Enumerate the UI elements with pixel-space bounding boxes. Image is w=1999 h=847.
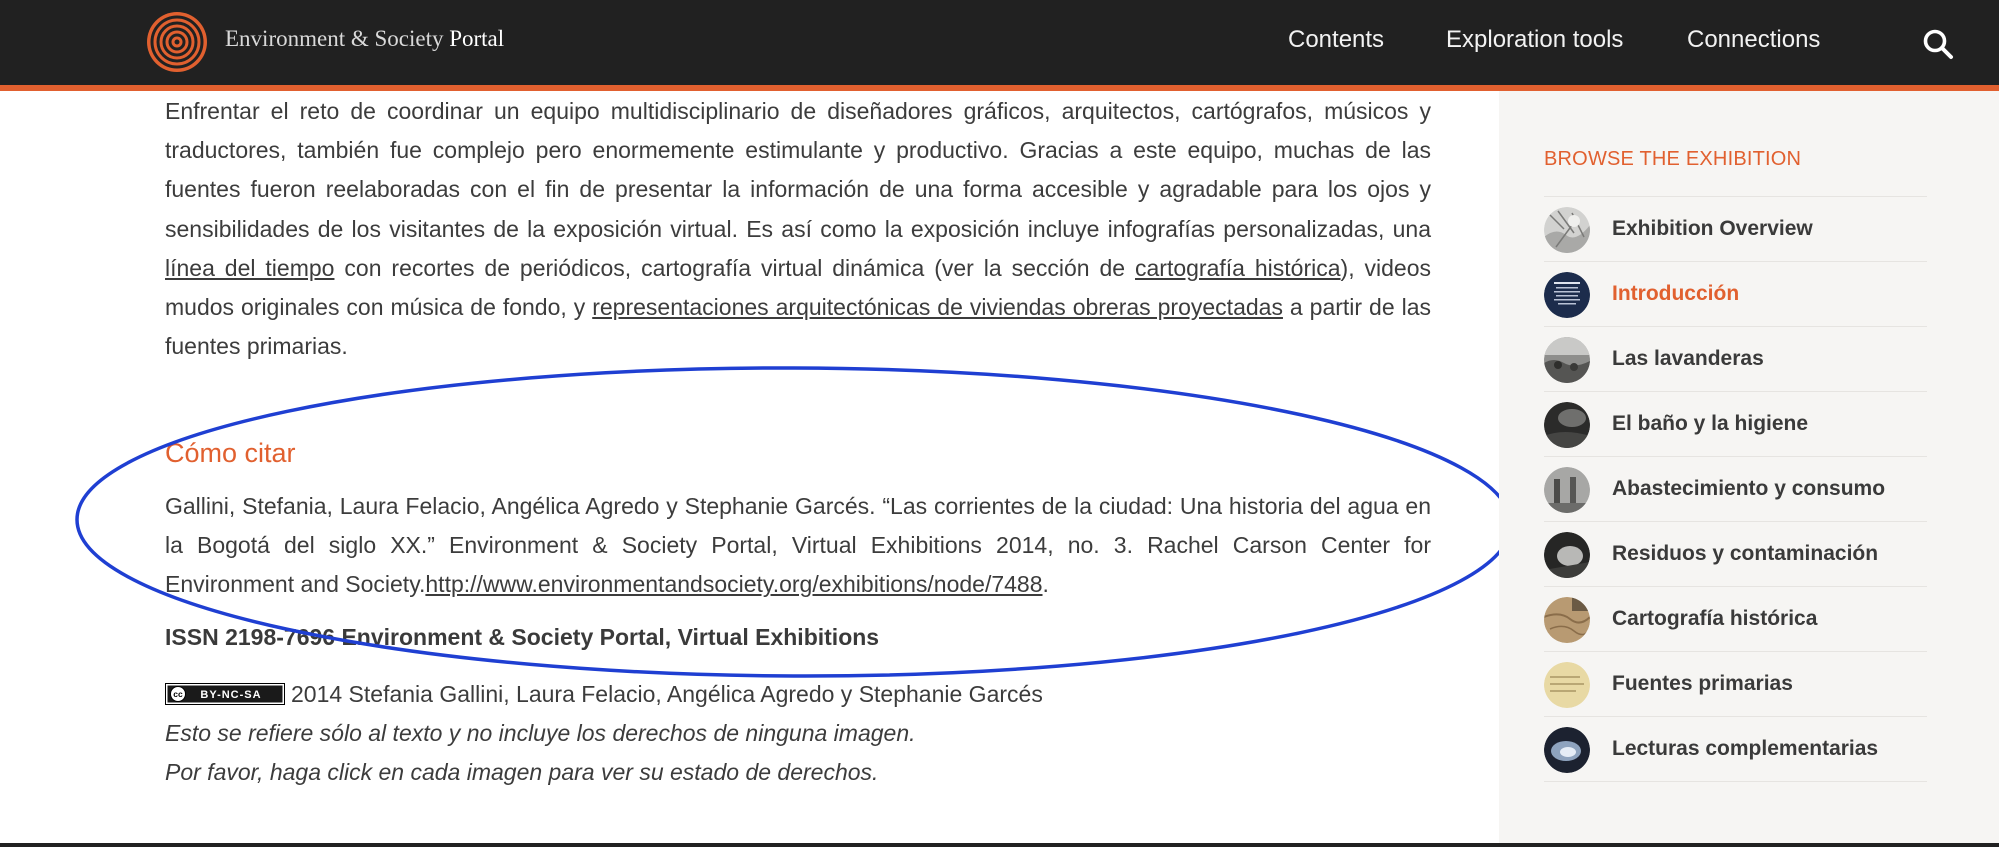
paragraph-text-1: Enfrentar el reto de coordinar un equipo…: [165, 98, 1431, 242]
sidebar-item-el-bano-y-la-higiene[interactable]: El baño y la higiene: [1544, 392, 1927, 457]
footer-top-edge: [0, 843, 1999, 847]
portal-brand-name[interactable]: Environment & Society Portal: [225, 26, 504, 52]
nav-contents[interactable]: Contents: [1288, 26, 1384, 54]
brand-prefix: Environment & Society: [225, 26, 444, 51]
sidebar-item-label: Las lavanderas: [1612, 347, 1764, 370]
exhibition-overview-thumbnail-icon: [1544, 207, 1590, 253]
historical-cartography-link[interactable]: cartografía histórica: [1135, 255, 1341, 281]
architectural-representations-link[interactable]: representaciones arquitectónicas de vivi…: [592, 294, 1283, 320]
sidebar-item-fuentes-primarias[interactable]: Fuentes primarias: [1544, 652, 1927, 717]
citation-end: .: [1042, 571, 1049, 598]
timeline-link[interactable]: línea del tiempo: [165, 255, 334, 281]
sidebar-item-exhibition-overview[interactable]: Exhibition Overview: [1544, 197, 1927, 262]
lecturas-thumbnail-icon: [1544, 727, 1590, 773]
license-badge-text: BY-NC-SA: [200, 689, 261, 701]
fuentes-primarias-thumbnail-icon: [1544, 662, 1590, 708]
rights-note-2: Por favor, haga click en cada imagen par…: [165, 759, 879, 785]
residuos-thumbnail-icon: [1544, 532, 1590, 578]
creative-commons-license-icon[interactable]: cc BY-NC-SA: [165, 683, 285, 705]
main-content: Enfrentar el reto de coordinar un equipo…: [165, 92, 1431, 366]
introduccion-thumbnail-icon: [1544, 272, 1590, 318]
browse-exhibition-heading: BROWSE THE EXHIBITION: [1544, 148, 1802, 170]
nav-connections[interactable]: Connections: [1687, 26, 1820, 54]
search-icon[interactable]: [1922, 28, 1954, 60]
exhibition-sidebar: BROWSE THE EXHIBITION Exhibition Overvie…: [1499, 91, 1999, 847]
el-bano-thumbnail-icon: [1544, 402, 1590, 448]
license-text: 2014 Stefania Gallini, Laura Felacio, An…: [291, 681, 1043, 707]
cartografia-thumbnail-icon: [1544, 597, 1590, 643]
sidebar-item-label: El baño y la higiene: [1612, 412, 1809, 435]
sidebar-item-abastecimiento-y-consumo[interactable]: Abastecimiento y consumo: [1544, 457, 1927, 522]
citation-url-link[interactable]: http://www.environmentandsociety.org/exh…: [425, 571, 1042, 597]
sidebar-item-label: Lecturas complementarias: [1612, 737, 1879, 760]
sidebar-item-lecturas-complementarias[interactable]: Lecturas complementarias: [1544, 717, 1927, 782]
intro-paragraph: Enfrentar el reto de coordinar un equipo…: [165, 92, 1431, 366]
portal-logo-icon[interactable]: [145, 10, 209, 74]
abastecimiento-thumbnail-icon: [1544, 467, 1590, 513]
nav-exploration-tools[interactable]: Exploration tools: [1446, 26, 1623, 54]
license-line: cc BY-NC-SA 2014 Stefania Gallini, Laura…: [165, 681, 1043, 708]
sidebar-item-label: Fuentes primarias: [1612, 672, 1793, 695]
issn-line: ISSN 2198-7696 Environment & Society Por…: [165, 624, 880, 650]
las-lavanderas-thumbnail-icon: [1544, 337, 1590, 383]
sidebar-item-label: Exhibition Overview: [1612, 217, 1813, 240]
top-navigation-bar: Environment & Society Portal Contents Ex…: [0, 0, 1999, 85]
sidebar-item-residuos-y-contaminacion[interactable]: Residuos y contaminación: [1544, 522, 1927, 587]
rights-note-1: Esto se refiere sólo al texto y no inclu…: [165, 720, 916, 746]
brand-suffix: Portal: [449, 26, 505, 51]
sidebar-item-label: Abastecimiento y consumo: [1612, 477, 1886, 500]
paragraph-text-2: con recortes de periódicos, cartografía …: [334, 254, 1135, 281]
sidebar-item-introduccion[interactable]: Introducción: [1544, 262, 1927, 327]
sidebar-item-label: Introducción: [1612, 282, 1740, 305]
sidebar-item-label: Residuos y contaminación: [1612, 542, 1879, 565]
how-to-cite-heading: Cómo citar: [165, 438, 296, 468]
exhibition-section-list: Exhibition Overview Introducción Las lav…: [1544, 196, 1927, 782]
svg-text:cc: cc: [173, 689, 183, 699]
sidebar-item-label: Cartografía histórica: [1612, 607, 1818, 630]
sidebar-item-cartografia-historica[interactable]: Cartografía histórica: [1544, 587, 1927, 652]
citation-text: Gallini, Stefania, Laura Felacio, Angéli…: [165, 487, 1431, 605]
sidebar-item-las-lavanderas[interactable]: Las lavanderas: [1544, 327, 1927, 392]
